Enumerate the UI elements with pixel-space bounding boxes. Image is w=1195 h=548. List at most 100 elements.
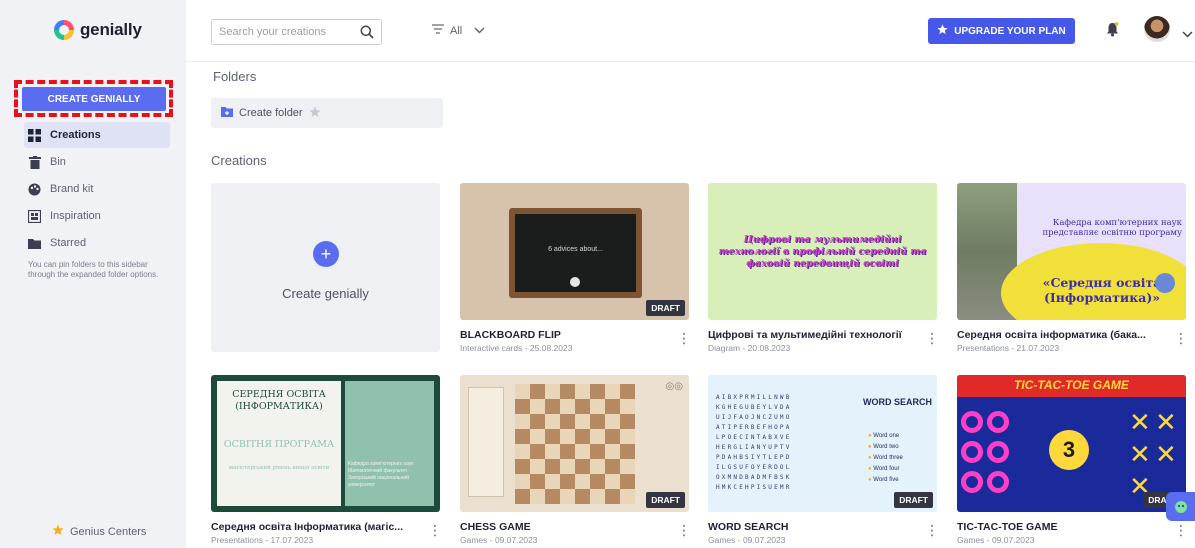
creation-thumbnail[interactable]: Кафедра комп'ютерних наук представляє ос…: [957, 183, 1186, 320]
thumbnail-heading: WORD SEARCH: [863, 397, 932, 407]
creation-title: WORD SEARCH: [708, 521, 789, 533]
x-mark: ✕: [1155, 439, 1177, 469]
creation-thumbnail[interactable]: 6 advices about... DRAFT: [460, 183, 689, 320]
filter-label: All: [450, 24, 463, 37]
genius-centers-label: Genius Centers: [70, 525, 147, 538]
globe-icon: [1155, 273, 1175, 293]
creations-title: Creations: [211, 153, 267, 168]
o-mark: [987, 471, 1009, 493]
notifications-bell-icon[interactable]: [1106, 22, 1119, 42]
palette-icon: [28, 183, 41, 196]
word-item: Word three: [868, 455, 903, 461]
word-item: Word two: [868, 444, 899, 450]
creation-card[interactable]: Кафедра комп'ютерних наук представляє ос…: [957, 183, 1188, 358]
creation-card[interactable]: TIC-TAC-TOE GAME 3 ✕ ✕ ✕ ✕ ✕ DRAFT TIC-T…: [957, 375, 1188, 548]
creation-title: BLACKBOARD FLIP: [460, 329, 561, 341]
sidebar-note: You can pin folders to this sidebar thro…: [28, 260, 159, 279]
genius-centers-link[interactable]: Genius Centers: [52, 524, 146, 539]
creation-thumbnail[interactable]: AIBXPRMILLNWB KGHEGUBEYLVDA UIJFAOJNCZUMO A…: [708, 375, 937, 512]
create-genially-button[interactable]: CREATE GENIALLY: [22, 87, 166, 111]
creation-meta: Games - 09.07.2023: [460, 535, 538, 545]
thumbnail-heading: TIC-TAC-TOE GAME: [957, 375, 1186, 397]
x-mark: ✕: [1129, 439, 1151, 469]
inspiration-icon: [28, 209, 41, 223]
letter-grid: AIBXPRMILLNWB KGHEGUBEYLVDA UIJFAOJNCZUMO A…: [716, 394, 792, 491]
creation-meta: Diagram - 20.08.2023: [708, 343, 791, 353]
more-options-icon[interactable]: ⋮: [1174, 523, 1188, 537]
thumbnail-text: Цифрові та мультимедійні технології в пр…: [718, 233, 927, 269]
sidebar-item-inspiration[interactable]: Inspiration: [24, 203, 170, 229]
sidebar-item-bin[interactable]: Bin: [24, 149, 170, 175]
more-options-icon[interactable]: ⋮: [925, 523, 939, 537]
star-icon: [937, 24, 948, 38]
creation-card[interactable]: AIBXPRMILLNWB KGHEGUBEYLVDA UIJFAOJNCZUMO A…: [708, 375, 939, 548]
search-box: [211, 19, 382, 45]
creation-card[interactable]: 6 advices about... DRAFT BLACKBOARD FLIP…: [460, 183, 691, 358]
thumbnail-text: магістерський рівень вищої освіти: [228, 465, 330, 471]
create-genially-card[interactable]: + Create genially: [211, 183, 440, 352]
sidebar-item-starred[interactable]: Starred: [24, 230, 170, 256]
creation-card[interactable]: СЕРЕДНЯ ОСВІТА (ІНФОРМАТИКА) ОСВІТНЯ ПРО…: [211, 375, 442, 548]
thumbnail-subheading: ОСВІТНЯ ПРОГРАМА: [223, 439, 335, 450]
sidebar-item-label: Inspiration: [50, 210, 101, 222]
upgrade-label: UPGRADE YOUR PLAN: [954, 25, 1066, 37]
creation-thumbnail[interactable]: TIC-TAC-TOE GAME 3 ✕ ✕ ✕ ✕ ✕ DRAFT: [957, 375, 1186, 512]
more-options-icon[interactable]: ⋮: [1174, 331, 1188, 345]
grid-icon: [28, 128, 41, 142]
more-options-icon[interactable]: ⋮: [677, 331, 691, 345]
logo-text: genially: [80, 20, 142, 39]
word-item: Word four: [868, 466, 900, 472]
more-options-icon[interactable]: ⋮: [677, 523, 691, 537]
sidebar-item-creations[interactable]: Creations: [24, 122, 170, 148]
filter-dropdown[interactable]: All: [432, 24, 485, 37]
folder-icon: [28, 237, 41, 250]
sidebar-item-label: Starred: [50, 237, 87, 249]
search-input[interactable]: [219, 26, 359, 38]
create-genially-label: Create genially: [282, 286, 369, 301]
sidebar-nav: Creations Bin Brand kit Inspiration Star…: [24, 122, 170, 280]
search-icon[interactable]: [360, 25, 374, 44]
creation-title: Середня освіта інформатика (бака...: [957, 329, 1146, 341]
play-dot-icon: [570, 277, 580, 287]
sidebar-item-label: Bin: [50, 156, 66, 168]
creation-thumbnail[interactable]: ◎◎ DRAFT: [460, 375, 689, 512]
creation-card[interactable]: Цифрові та мультимедійні технології в пр…: [708, 183, 939, 358]
chat-support-icon[interactable]: [1166, 492, 1195, 521]
draft-badge: DRAFT: [646, 492, 685, 508]
sound-icon: ◎◎: [665, 381, 683, 392]
create-folder-label: Create folder: [239, 107, 303, 119]
topbar: All UPGRADE YOUR PLAN: [186, 0, 1195, 62]
word-item: Word five: [868, 477, 899, 483]
more-options-icon[interactable]: ⋮: [428, 523, 442, 537]
more-options-icon[interactable]: ⋮: [925, 331, 939, 345]
creation-meta: Games - 09.07.2023: [957, 535, 1035, 545]
logo[interactable]: genially: [54, 20, 142, 40]
creation-meta: Games - 09.07.2023: [708, 535, 786, 545]
creation-title: Цифрові та мультимедійні технології: [708, 329, 902, 341]
draft-badge: DRAFT: [646, 300, 685, 316]
chess-side-panel: [468, 387, 504, 497]
star-icon[interactable]: [308, 106, 321, 121]
creation-title: Середня освіта Інформатика (магіс...: [211, 521, 404, 533]
draft-badge: DRAFT: [894, 492, 933, 508]
creation-meta: Interactive cards - 25.08.2023: [460, 343, 573, 353]
thumbnail-number: 3: [1049, 430, 1089, 470]
x-mark: ✕: [1129, 407, 1151, 437]
plus-icon: +: [313, 241, 339, 267]
thumbnail-text: Кафедра комп'ютерних наук представляє ос…: [1042, 218, 1182, 238]
user-avatar[interactable]: [1144, 16, 1170, 42]
upgrade-plan-button[interactable]: UPGRADE YOUR PLAN: [928, 18, 1075, 44]
creation-card[interactable]: ◎◎ DRAFT CHESS GAME Games - 09.07.2023 ⋮: [460, 375, 691, 548]
create-folder-button[interactable]: Create folder: [211, 98, 443, 128]
o-mark: [961, 411, 983, 433]
chevron-down-icon[interactable]: [1182, 25, 1193, 43]
sidebar-item-brand-kit[interactable]: Brand kit: [24, 176, 170, 202]
creation-thumbnail[interactable]: СЕРЕДНЯ ОСВІТА (ІНФОРМАТИКА) ОСВІТНЯ ПРО…: [211, 375, 440, 512]
genially-dashboard: genially CREATE GENIALLY Creations Bin B…: [0, 0, 1195, 548]
o-mark: [961, 441, 983, 463]
chessboard: [515, 384, 635, 504]
o-mark: [961, 471, 983, 493]
chevron-down-icon: [474, 25, 485, 37]
creation-thumbnail[interactable]: Цифрові та мультимедійні технології в пр…: [708, 183, 937, 320]
creation-title: TIC-TAC-TOE GAME: [957, 521, 1058, 533]
